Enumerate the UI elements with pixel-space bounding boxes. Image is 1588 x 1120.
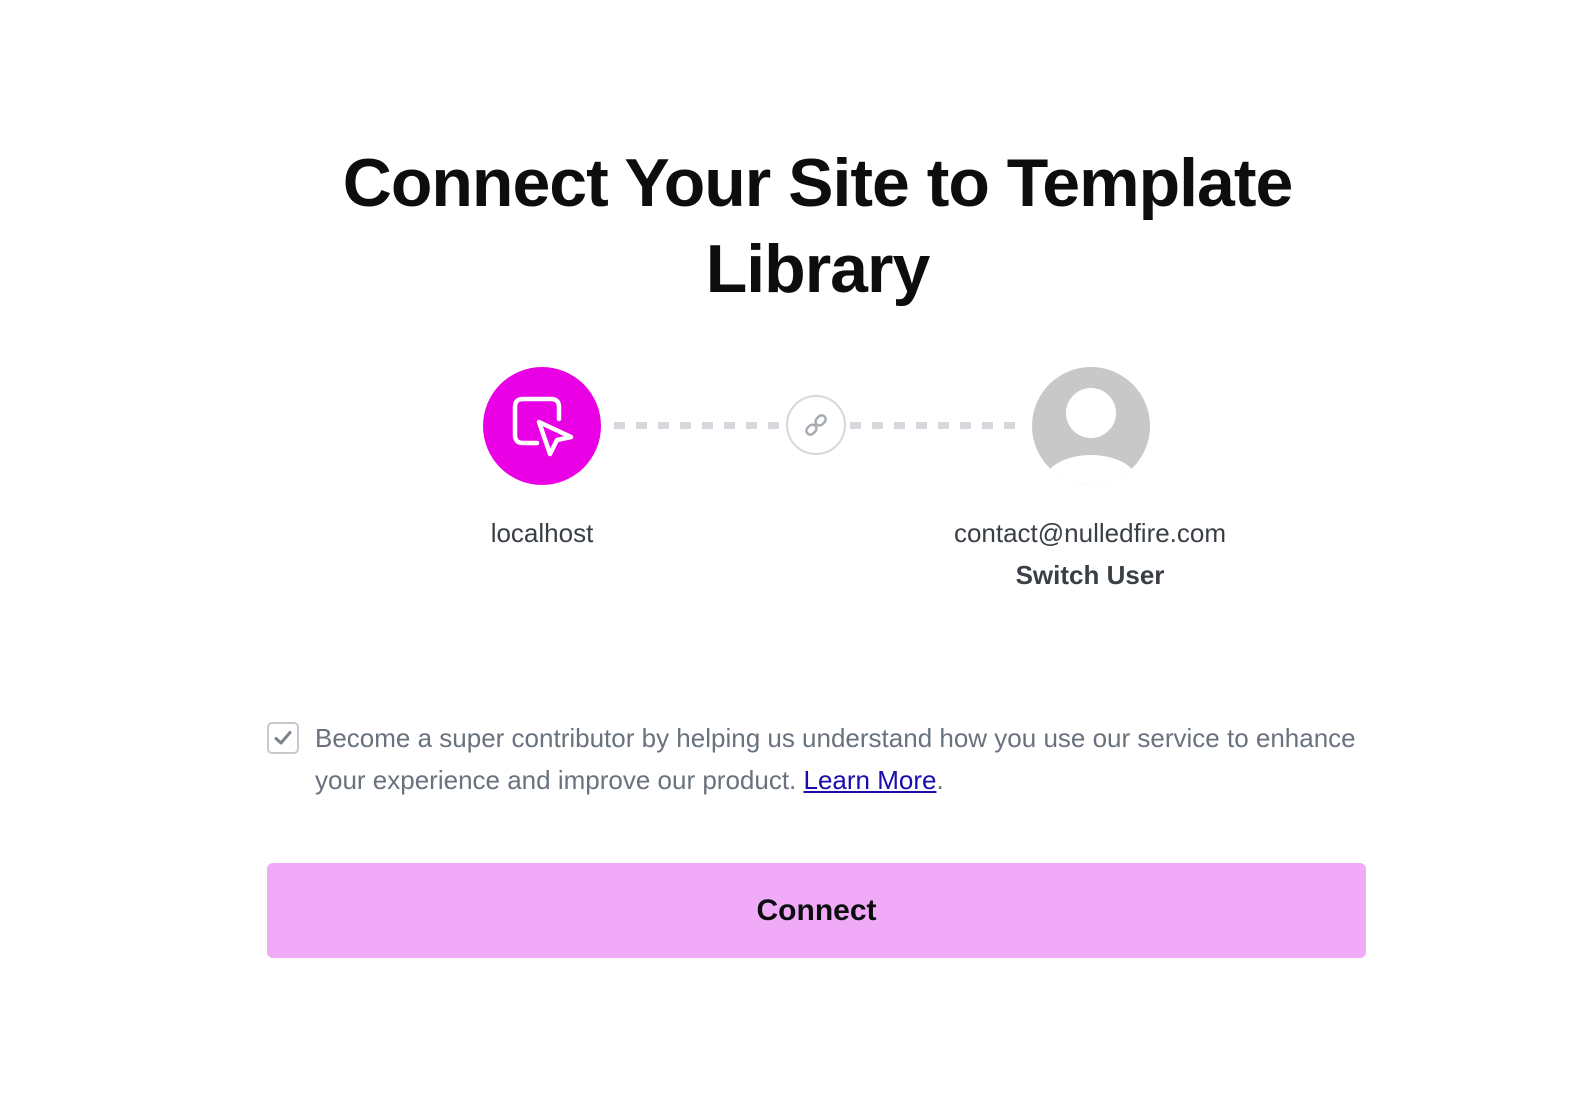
connect-page: Connect Your Site to Template Library lo… bbox=[0, 0, 1588, 1120]
account-email: contact@nulledfire.com bbox=[953, 518, 1227, 548]
learn-more-link[interactable]: Learn More bbox=[804, 765, 937, 795]
default-avatar-icon bbox=[1045, 388, 1137, 485]
connect-button[interactable]: Connect bbox=[267, 863, 1366, 958]
link-badge bbox=[786, 395, 846, 455]
consent-checkbox[interactable] bbox=[267, 722, 299, 754]
link-icon bbox=[805, 414, 827, 436]
dotted-connector-left bbox=[614, 422, 786, 429]
site-name: localhost bbox=[490, 518, 594, 548]
dotted-connector-right bbox=[850, 422, 1022, 429]
cursor-square-icon bbox=[512, 396, 574, 457]
consent-text: Become a super contributor by helping us… bbox=[315, 717, 1375, 801]
checkmark-icon bbox=[274, 731, 292, 745]
connection-diagram bbox=[480, 366, 1155, 490]
page-title: Connect Your Site to Template Library bbox=[342, 145, 1294, 307]
switch-user-link[interactable]: Switch User bbox=[960, 558, 1220, 592]
consent-suffix: . bbox=[936, 765, 944, 795]
site-logo bbox=[483, 367, 601, 485]
avatar bbox=[1032, 367, 1150, 485]
